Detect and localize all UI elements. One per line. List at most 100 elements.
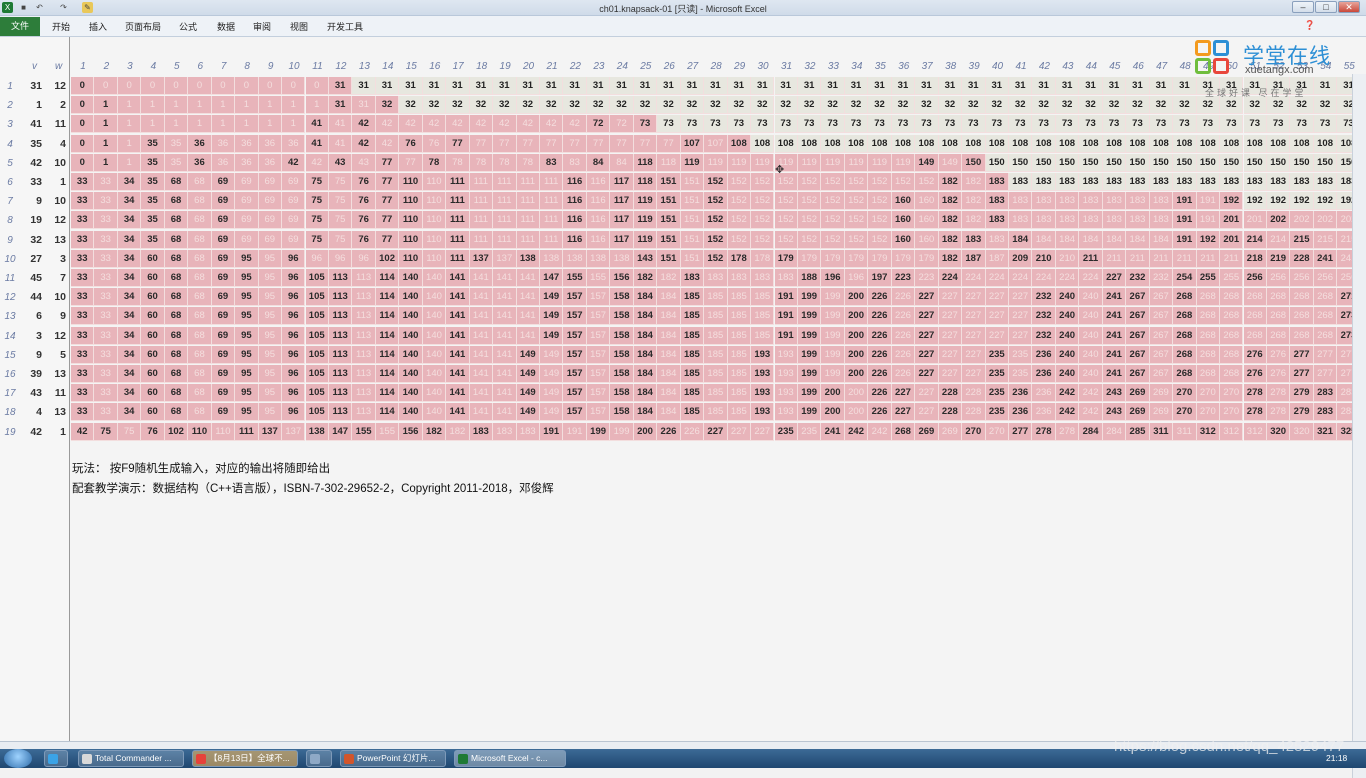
- dp-cell: 270: [1196, 384, 1221, 403]
- row-number: 19: [4, 426, 16, 438]
- taskbar-item-chrome[interactable]: 【8月13日】全球不...: [192, 750, 298, 767]
- dp-cell: 69: [282, 173, 306, 191]
- dp-cell: 160: [915, 230, 939, 249]
- dp-cell: 73: [1290, 115, 1314, 134]
- dp-cell: 183: [727, 269, 752, 287]
- dp-cell: 240: [1055, 307, 1080, 326]
- vertical-scrollbar[interactable]: [1352, 74, 1366, 778]
- dp-cell: 108: [751, 134, 775, 153]
- column-header: 31: [780, 61, 793, 72]
- item-weight: 13: [54, 368, 66, 380]
- tab-page-layout[interactable]: 页面布局: [125, 20, 161, 33]
- dp-cell: 114: [375, 345, 400, 364]
- dp-cell: 276: [1266, 365, 1291, 383]
- item-weight: 11: [54, 387, 66, 400]
- dp-cell: 110: [399, 211, 423, 230]
- tab-formulas[interactable]: 公式: [179, 20, 197, 33]
- start-button[interactable]: [4, 749, 32, 768]
- dp-cell: 224: [985, 269, 1009, 287]
- dp-cell: 149: [540, 384, 564, 403]
- dp-cell: 73: [915, 115, 939, 134]
- dp-cell: 73: [938, 115, 963, 134]
- dp-cell: 201: [1220, 230, 1244, 249]
- taskbar-item-ie[interactable]: [44, 750, 68, 767]
- dp-cell: 77: [469, 134, 494, 153]
- column-header: 38: [945, 61, 957, 72]
- close-button[interactable]: ✕: [1338, 1, 1360, 13]
- dp-cell: 183: [774, 269, 798, 287]
- dp-cell: 278: [1032, 422, 1056, 441]
- help-icon[interactable]: ❓: [1304, 20, 1315, 31]
- dp-cell: 33: [71, 384, 95, 403]
- dp-cell: 157: [563, 384, 587, 403]
- tab-developer[interactable]: 开发工具: [327, 20, 363, 33]
- dp-cell: 83: [563, 153, 587, 172]
- dp-cell: 1: [141, 96, 165, 115]
- dp-cell: 95: [258, 326, 283, 345]
- dp-cell: 227: [962, 365, 986, 383]
- dp-cell: 256: [1290, 269, 1314, 287]
- dp-cell: 152: [868, 230, 892, 249]
- tab-insert[interactable]: 插入: [89, 20, 107, 33]
- dp-cell: 73: [962, 115, 986, 134]
- item-weight: 1: [60, 176, 66, 188]
- dp-cell: 267: [1126, 307, 1150, 326]
- dp-cell: 268: [1243, 288, 1267, 307]
- dp-cell: 193: [751, 403, 775, 422]
- dp-cell: 34: [117, 288, 142, 307]
- dp-cell: 184: [633, 365, 658, 383]
- dp-cell: 268: [1266, 288, 1291, 307]
- dp-cell: 183: [1055, 173, 1080, 191]
- dp-table[interactable]: 1 2 3 4 5 6 7 8 9 10 11 12 13 14 15 16 17 18 19 20 21 22 23 24 2…: [71, 37, 1356, 741]
- maximize-button[interactable]: □: [1315, 1, 1337, 13]
- dp-cell: 119: [633, 230, 658, 249]
- dp-cell: 232: [1149, 269, 1174, 287]
- dp-cell: 32: [727, 96, 752, 115]
- dp-cell: 73: [1313, 115, 1338, 134]
- dp-cell: 32: [985, 96, 1009, 115]
- taskbar-item-powerpoint[interactable]: PowerPoint 幻灯片...: [340, 750, 446, 767]
- dp-cell: 141: [446, 288, 470, 307]
- dp-cell: 209: [1009, 249, 1033, 268]
- tab-file[interactable]: 文件: [0, 17, 40, 36]
- dp-cell: 78: [446, 153, 470, 172]
- dp-cell: 1: [94, 153, 118, 172]
- column-header: 27: [687, 61, 699, 72]
- dp-cell: 31: [751, 77, 775, 95]
- item-weight: 13: [54, 406, 66, 419]
- dp-cell: 141: [493, 269, 517, 287]
- dp-cell: 1: [94, 134, 118, 153]
- taskbar-item-total-commander[interactable]: Total Commander ...: [78, 750, 184, 767]
- dp-cell: 1: [258, 96, 283, 115]
- dp-cell: 183: [1032, 192, 1056, 211]
- dp-cell: 157: [563, 345, 587, 364]
- dp-cell: 31: [1079, 77, 1103, 95]
- dp-cell: 137: [258, 422, 283, 441]
- column-header: 18: [476, 61, 488, 72]
- tab-review[interactable]: 审阅: [253, 20, 271, 33]
- dp-cell: 95: [258, 345, 283, 364]
- dp-cell: 320: [1290, 422, 1314, 441]
- dp-cell: 1: [94, 96, 118, 115]
- dp-cell: 114: [375, 307, 400, 326]
- dp-cell: 149: [540, 365, 564, 383]
- minimize-button[interactable]: –: [1292, 1, 1314, 13]
- tab-home[interactable]: 开始: [52, 20, 70, 33]
- dp-cell: 143: [633, 249, 658, 268]
- dp-cell: 241: [821, 422, 845, 441]
- tab-view[interactable]: 视图: [290, 20, 308, 33]
- tab-data[interactable]: 数据: [217, 20, 235, 33]
- dp-cell: 119: [797, 153, 822, 172]
- dp-cell: 141: [516, 307, 540, 326]
- taskbar-item-tool[interactable]: [306, 750, 332, 767]
- taskbar-item-excel[interactable]: Microsoft Excel - c...: [454, 750, 566, 767]
- dp-cell: 1: [94, 115, 118, 134]
- dp-cell: 119: [844, 153, 869, 172]
- dp-cell: 68: [188, 345, 212, 364]
- dp-cell: 96: [282, 384, 306, 403]
- copyright-note: 配套教学演示：数据结构（C++语言版），ISBN-7-302-29652-2，C…: [72, 483, 554, 495]
- dp-cell: 202: [1290, 211, 1314, 230]
- dp-cell: 155: [352, 422, 376, 441]
- dp-cell: 182: [938, 192, 963, 211]
- worksheet[interactable]: v w 1 31 12 2 1 2 3 41 11 4 35 4 5 42 10 6 33 1 7 9 10 8 19 12 9 32…: [0, 37, 1366, 778]
